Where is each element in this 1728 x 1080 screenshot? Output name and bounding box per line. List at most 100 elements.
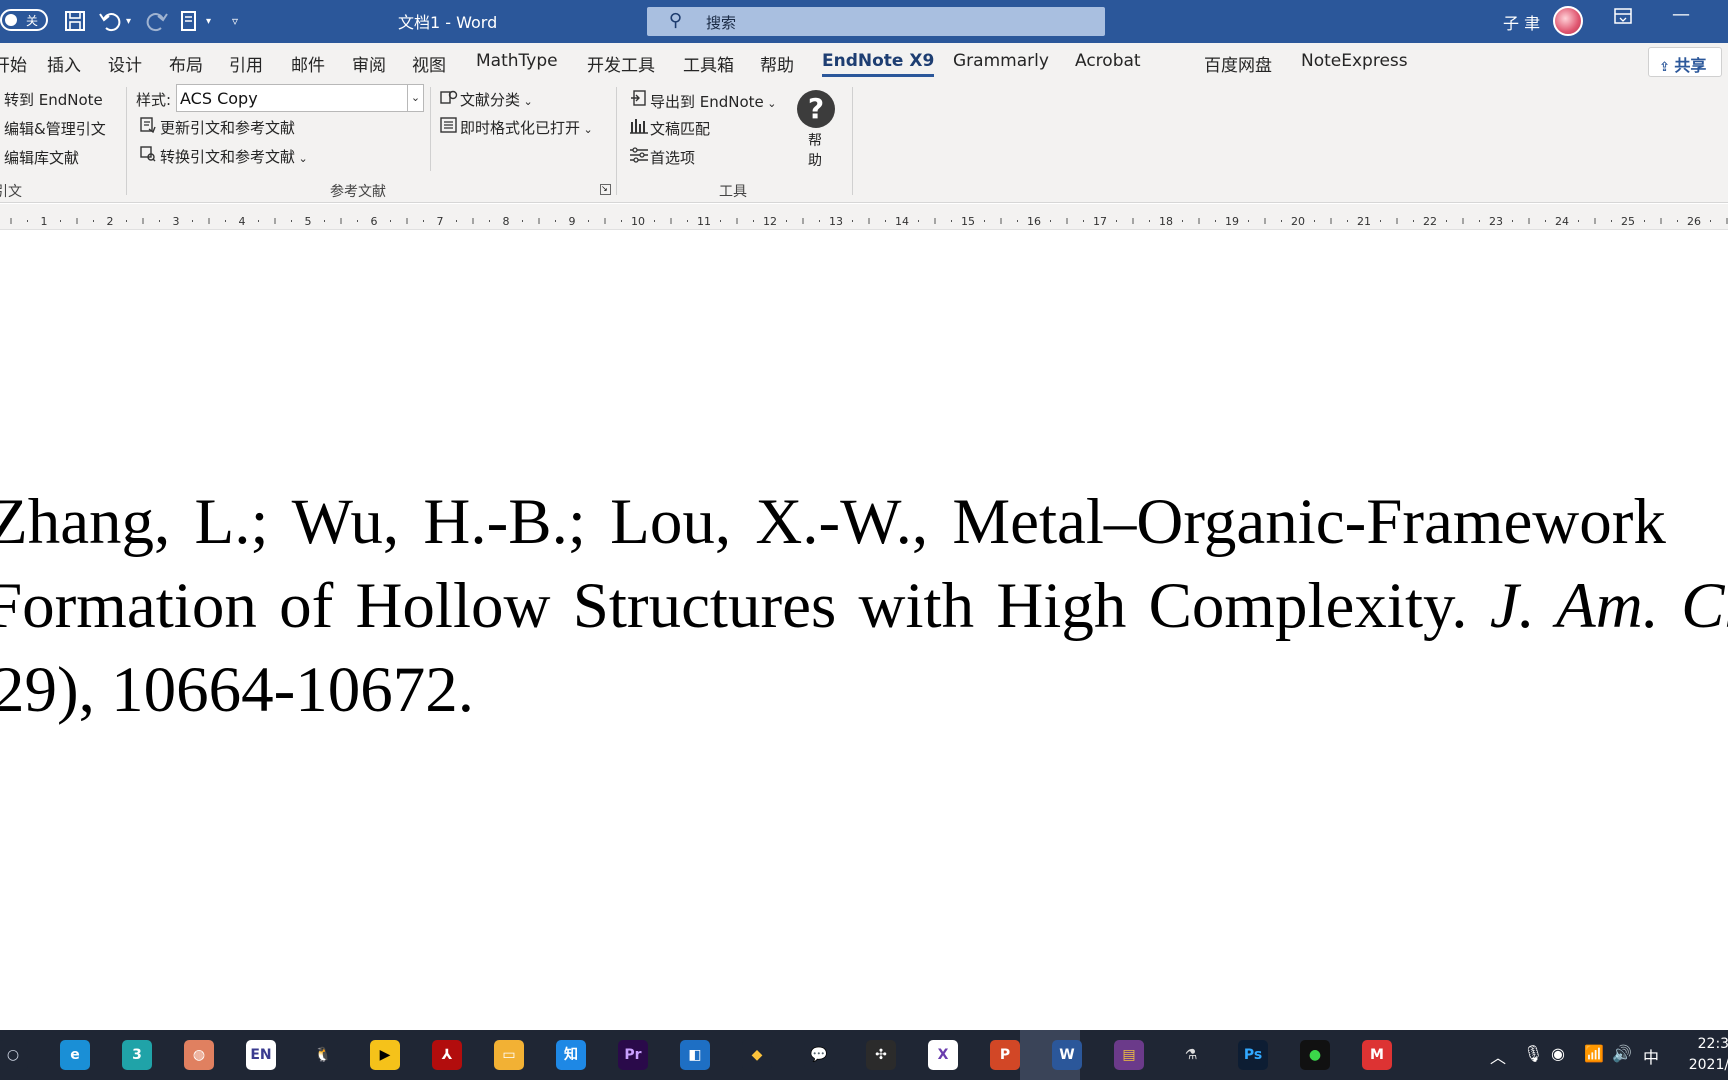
autosave-toggle[interactable]: 关: [0, 9, 48, 31]
davinci-icon[interactable]: ✣: [866, 1040, 896, 1070]
ruler-number: 23: [1489, 215, 1503, 228]
obs-icon[interactable]: ●: [1300, 1040, 1330, 1070]
ime-indicator[interactable]: 中: [1643, 1044, 1659, 1068]
preferences-button[interactable]: 首选项: [630, 147, 695, 168]
style-select[interactable]: ACS Copy ⌄: [176, 84, 424, 112]
ruler-number: 21: [1357, 215, 1371, 228]
customize-qat-icon[interactable]: ▿: [232, 14, 238, 28]
qq-icon[interactable]: 🐧: [308, 1040, 338, 1070]
minimize-icon[interactable]: —: [1672, 4, 1690, 25]
convert-citations-button[interactable]: 转换引文和参考文献 ⌄: [140, 146, 308, 167]
redo-icon[interactable]: [145, 10, 169, 37]
share-icon: ⇪: [1659, 60, 1675, 75]
user-name[interactable]: 子 聿: [1503, 10, 1540, 34]
export-label: 导出到 EndNote: [650, 93, 764, 111]
categorize-icon: [440, 89, 460, 109]
export-to-endnote-button[interactable]: 导出到 EndNote ⌄: [630, 89, 777, 112]
instant-format-label: 即时格式化已打开: [460, 119, 581, 137]
premiere-icon[interactable]: Pr: [618, 1040, 648, 1070]
help-button-label[interactable]: 帮助: [808, 131, 824, 171]
qq-tray-icon[interactable]: ◉: [1551, 1044, 1565, 1063]
group-divider: [430, 87, 431, 171]
ribbon-display-icon[interactable]: [1614, 8, 1632, 29]
clock-time: 22:39: [1697, 1036, 1728, 1052]
dialog-launcher-icon[interactable]: ↘: [600, 184, 611, 195]
photoshop-icon[interactable]: Ps: [1238, 1040, 1268, 1070]
tab-help[interactable]: 帮助: [760, 51, 794, 76]
file-explorer-icon[interactable]: ▭: [494, 1040, 524, 1070]
tab-mailings[interactable]: 邮件: [291, 51, 325, 76]
ruler-ticks: 1 2 3 4 5 6 7 8 9 10 11 12 13 14 15 16 17 18 19 20 21 22 23 24 2…: [10, 215, 1728, 228]
title-bar: 关 ▾ ▾ ▿ 文档1 - Word ⚲ 搜索 子 聿 —: [0, 0, 1728, 43]
ruler-number: 2: [107, 215, 114, 228]
zhihu-icon[interactable]: 知: [556, 1040, 586, 1070]
endnote-icon[interactable]: EN: [246, 1040, 276, 1070]
sketch-icon[interactable]: ◆: [742, 1040, 772, 1070]
ruler-number: 1: [41, 215, 48, 228]
categorize-references-button[interactable]: 文献分类 ⌄: [440, 89, 533, 110]
wifi-icon[interactable]: 📶: [1584, 1044, 1604, 1063]
tab-developer[interactable]: 开发工具: [587, 51, 655, 76]
chevron-down-icon[interactable]: ⌄: [407, 85, 423, 111]
search-input[interactable]: 搜索: [706, 12, 736, 33]
tab-review[interactable]: 审阅: [352, 51, 386, 76]
touch-mode-icon[interactable]: [180, 10, 198, 37]
tab-noteexpress[interactable]: NoteExpress: [1301, 51, 1408, 71]
tab-grammarly[interactable]: Grammarly: [953, 51, 1049, 71]
ruler-number: 14: [895, 215, 909, 228]
wechat-icon[interactable]: 💬: [804, 1040, 834, 1070]
edge-icon[interactable]: e: [60, 1040, 90, 1070]
preferences-label: 首选项: [650, 149, 696, 167]
player-icon[interactable]: ▶: [370, 1040, 400, 1070]
word-icon[interactable]: W: [1052, 1040, 1082, 1070]
manuscript-matcher-button[interactable]: 文稿匹配: [630, 118, 710, 139]
tab-view[interactable]: 视图: [412, 51, 446, 76]
xps-icon[interactable]: X: [928, 1040, 958, 1070]
document-page[interactable]: Zhang, L.; Wu, H.-B.; Lou, X.-W., Metal–…: [0, 231, 1728, 1030]
update-citations-button[interactable]: 更新引文和参考文献: [140, 117, 295, 138]
app-tool-icon[interactable]: ⚗: [1176, 1040, 1206, 1070]
3dsmax-icon[interactable]: 3: [122, 1040, 152, 1070]
ruler-number: 4: [239, 215, 246, 228]
undo-icon[interactable]: [98, 10, 122, 37]
tab-layout[interactable]: 布局: [169, 51, 203, 76]
clock[interactable]: 22:39 2021/2: [1678, 1034, 1728, 1076]
tab-insert[interactable]: 插入: [47, 51, 81, 76]
save-icon[interactable]: [64, 10, 86, 37]
start-icon[interactable]: ○: [0, 1040, 28, 1070]
undo-dropdown-icon[interactable]: ▾: [126, 16, 131, 27]
ribbon-tabs: 开始 插入 设计 布局 引用 邮件 审阅 视图 MathType 开发工具 工具…: [0, 43, 1728, 81]
tab-home[interactable]: 开始: [0, 51, 27, 76]
tab-design[interactable]: 设计: [108, 51, 142, 76]
share-button[interactable]: ⇪ 共享: [1648, 47, 1722, 77]
tab-toolbox[interactable]: 工具箱: [683, 51, 734, 76]
app-icon[interactable]: ◍: [184, 1040, 214, 1070]
tab-baidu-netdisk[interactable]: 百度网盘: [1204, 51, 1272, 76]
chevron-down-icon: ⌄: [520, 95, 533, 108]
instant-formatting-button[interactable]: 即时格式化已打开 ⌄: [440, 117, 593, 138]
go-to-endnote-button[interactable]: 转到 EndNote: [4, 89, 103, 110]
horizontal-ruler[interactable]: 1 2 3 4 5 6 7 8 9 10 11 12 13 14 15 16 17 18 19 20 21 22 23 24 2…: [0, 204, 1728, 230]
update-icon: [140, 117, 160, 137]
bibliography-group-label: 参考文献: [330, 184, 386, 200]
help-icon[interactable]: ?: [797, 90, 835, 128]
powerpoint-icon[interactable]: P: [990, 1040, 1020, 1070]
acrobat-icon[interactable]: ⅄: [432, 1040, 462, 1070]
avatar[interactable]: [1553, 6, 1583, 36]
mathtype-icon[interactable]: M: [1362, 1040, 1392, 1070]
volume-icon[interactable]: 🔊: [1612, 1044, 1632, 1063]
winrar-icon[interactable]: ▤: [1114, 1040, 1144, 1070]
edit-library-reference-button[interactable]: 编辑库文献: [4, 147, 79, 168]
app-blue-icon[interactable]: ◧: [680, 1040, 710, 1070]
chevron-up-icon[interactable]: ︿: [1490, 1044, 1506, 1068]
search-bar[interactable]: ⚲ 搜索: [647, 7, 1105, 36]
tab-endnote[interactable]: EndNote X9: [822, 51, 935, 77]
tab-references[interactable]: 引用: [229, 51, 263, 76]
tab-mathtype[interactable]: MathType: [476, 51, 558, 71]
journal-name: J. Am. Ch: [1489, 570, 1728, 642]
microphone-icon[interactable]: 🎙: [1523, 1044, 1543, 1063]
tab-acrobat[interactable]: Acrobat: [1075, 51, 1141, 71]
instant-format-icon: [440, 117, 460, 137]
touch-dropdown-icon[interactable]: ▾: [206, 16, 211, 27]
edit-manage-citations-button[interactable]: 编辑&管理引文: [4, 118, 106, 139]
